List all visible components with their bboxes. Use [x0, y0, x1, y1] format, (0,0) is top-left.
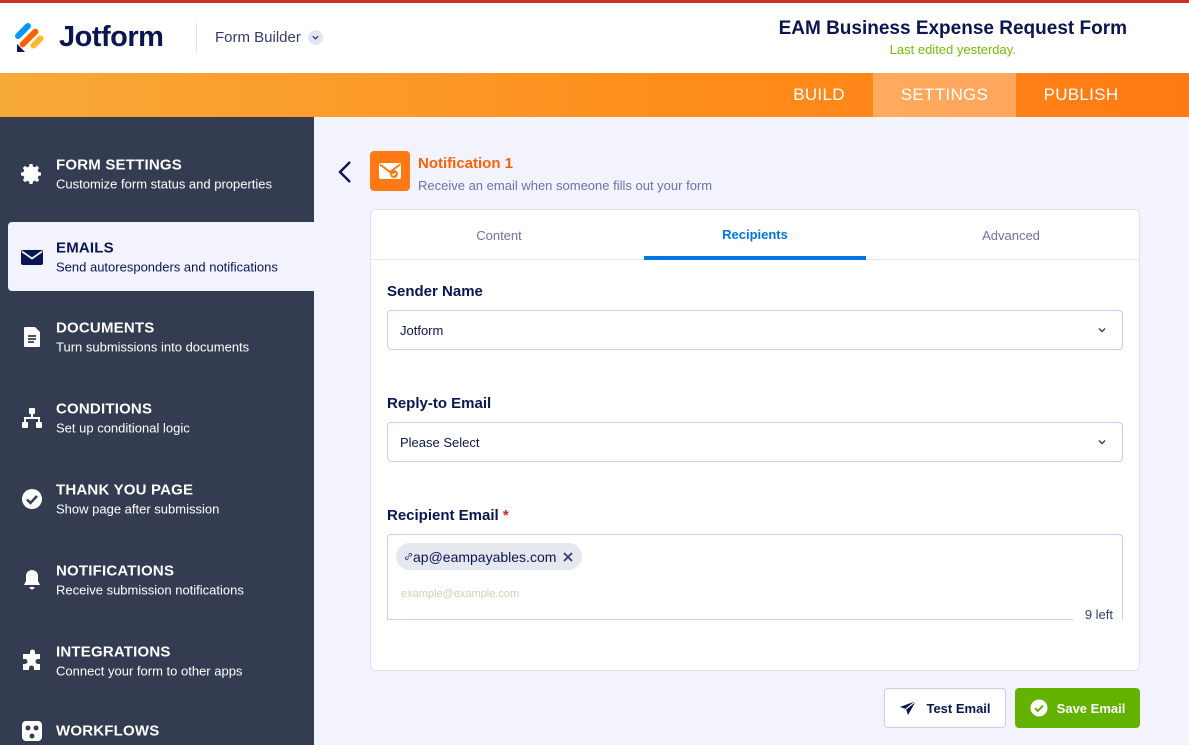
- sidebar-item-integrations[interactable]: INTEGRATIONS Connect your form to other …: [8, 626, 314, 695]
- save-email-button[interactable]: Save Email: [1015, 688, 1140, 728]
- test-email-button[interactable]: Test Email: [884, 688, 1006, 728]
- notification-subtitle: Receive an email when someone fills out …: [418, 178, 713, 193]
- sidebar-item-title: EMAILS: [56, 239, 114, 256]
- recipient-email-field[interactable]: ap@eampayables.com: [387, 534, 1123, 620]
- back-chevron-icon[interactable]: [336, 160, 356, 184]
- last-edited-status: Last edited yesterday.: [889, 42, 1016, 57]
- sidebar-item-thank-you-page[interactable]: THANK YOU PAGE Show page after submissio…: [8, 464, 314, 533]
- brand-name: Jotform: [59, 21, 164, 53]
- sender-name-value: Jotform: [400, 322, 444, 338]
- document-icon: [20, 325, 44, 349]
- required-mark: *: [502, 507, 509, 524]
- send-icon: [900, 700, 917, 715]
- save-email-label: Save Email: [1056, 700, 1126, 716]
- workflow-icon: [20, 719, 44, 743]
- link-icon: [404, 552, 413, 561]
- envelope-icon: [20, 245, 44, 269]
- sidebar-item-title: WORKFLOWS: [56, 722, 160, 740]
- chevron-down-icon: [1098, 440, 1106, 445]
- sidebar-item-desc: Send autoresponders and notifications: [56, 259, 278, 274]
- sidebar-item-desc: Receive submission notifications: [56, 582, 244, 597]
- sidebar-item-form-settings[interactable]: FORM SETTINGS Customize form status and …: [8, 139, 314, 208]
- reply-to-email-label: Reply-to Email: [387, 395, 492, 412]
- app-header: Jotform Form Builder EAM Business Expens…: [0, 3, 1189, 73]
- header-divider: [196, 23, 197, 53]
- sidebar-item-desc: Turn submissions into documents: [56, 339, 250, 354]
- tab-content[interactable]: Content: [371, 210, 627, 260]
- reply-to-email-select[interactable]: Please Select: [387, 422, 1123, 462]
- notification-envelope-icon: [370, 151, 410, 191]
- recipient-field-underline: [387, 619, 1073, 620]
- form-title-block: EAM Business Expense Request Form Last e…: [779, 18, 1127, 57]
- settings-sidebar: FORM SETTINGS Customize form status and …: [0, 117, 314, 745]
- sidebar-item-title: DOCUMENTS: [56, 319, 155, 336]
- check-circle-icon: [20, 487, 44, 511]
- tab-advanced[interactable]: Advanced: [883, 210, 1139, 260]
- editor-tabs: Content Recipients Advanced: [371, 210, 1139, 260]
- sidebar-item-title: INTEGRATIONS: [56, 643, 171, 660]
- sidebar-item-title: NOTIFICATIONS: [56, 562, 175, 579]
- check-circle-icon: [1030, 699, 1048, 717]
- tab-recipients[interactable]: Recipients: [644, 210, 866, 260]
- sidebar-item-workflows[interactable]: WORKFLOWS: [8, 707, 314, 745]
- sidebar-item-documents[interactable]: DOCUMENTS Turn submissions into document…: [8, 302, 314, 371]
- sidebar-item-conditions[interactable]: CONDITIONS Set up conditional logic: [8, 383, 314, 452]
- remaining-count: 9 left: [1084, 607, 1113, 622]
- tab-publish[interactable]: PUBLISH: [1016, 73, 1146, 117]
- sidebar-item-emails[interactable]: EMAILS Send autoresponders and notificat…: [8, 222, 314, 291]
- chevron-down-icon: [1098, 328, 1106, 333]
- bell-icon: [20, 568, 44, 592]
- form-builder-label: Form Builder: [215, 29, 301, 46]
- recipient-chip-label: ap@eampayables.com: [413, 548, 557, 565]
- jotform-logo-icon: [15, 22, 47, 54]
- sidebar-item-notifications[interactable]: NOTIFICATIONS Receive submission notific…: [8, 545, 314, 614]
- recipient-email-label-text: Recipient Email: [387, 507, 499, 524]
- form-title: EAM Business Expense Request Form: [778, 18, 1127, 39]
- builder-nav: BUILD SETTINGS PUBLISH: [0, 73, 1189, 117]
- sidebar-item-desc: Customize form status and properties: [56, 176, 273, 191]
- test-email-label: Test Email: [926, 700, 991, 716]
- sender-name-label: Sender Name: [387, 283, 483, 300]
- recipient-chip: ap@eampayables.com: [396, 543, 583, 570]
- reply-to-email-value: Please Select: [400, 434, 480, 450]
- sidebar-item-title: THANK YOU PAGE: [56, 481, 194, 498]
- sidebar-item-desc: Show page after submission: [56, 501, 220, 516]
- recipient-email-input[interactable]: [401, 588, 1001, 600]
- sidebar-item-desc: Connect your form to other apps: [56, 663, 243, 678]
- sender-name-select[interactable]: Jotform: [387, 310, 1123, 350]
- recipient-email-label: Recipient Email *: [387, 507, 509, 524]
- remove-chip-icon[interactable]: [562, 551, 574, 563]
- tab-build[interactable]: BUILD: [765, 73, 873, 117]
- form-builder-menu[interactable]: Form Builder: [215, 29, 323, 46]
- notification-title: Notification 1: [418, 155, 514, 172]
- sidebar-item-desc: Set up conditional logic: [56, 420, 190, 435]
- gear-icon: [20, 162, 44, 186]
- tab-settings[interactable]: SETTINGS: [873, 73, 1016, 117]
- puzzle-icon: [20, 649, 44, 673]
- sitemap-icon: [20, 406, 44, 430]
- jotform-logo[interactable]: Jotform: [15, 21, 164, 54]
- sidebar-item-title: FORM SETTINGS: [56, 156, 182, 173]
- chevron-down-icon: [307, 30, 323, 45]
- notification-editor-card: Content Recipients Advanced Sender Name …: [370, 209, 1140, 671]
- sidebar-item-title: CONDITIONS: [56, 400, 153, 417]
